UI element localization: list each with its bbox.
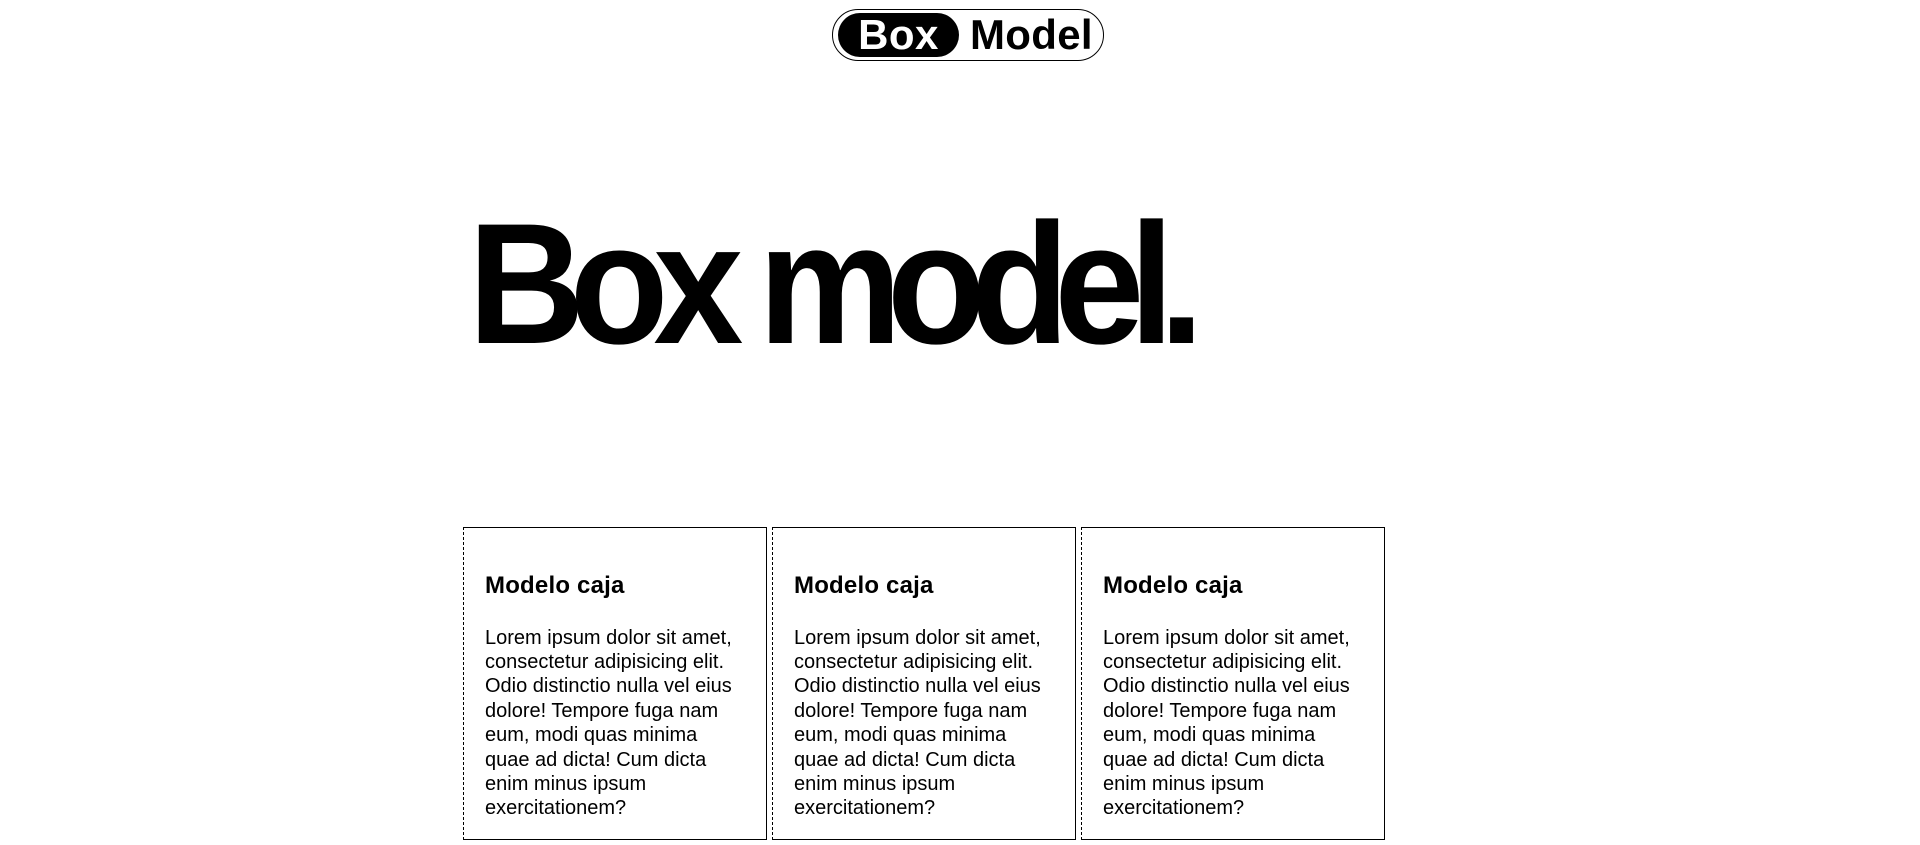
site-logo-link[interactable]: Box Model xyxy=(832,9,1104,61)
card-body: Lorem ipsum dolor sit amet, consectetur … xyxy=(1103,626,1350,820)
card-title: Modelo caja xyxy=(1103,572,1243,599)
card-body: Lorem ipsum dolor sit amet, consectetur … xyxy=(485,626,732,820)
hero-title: Box model. xyxy=(468,188,1204,380)
card: Modelo caja Lorem ipsum dolor sit amet, … xyxy=(772,527,1076,840)
card-title: Modelo caja xyxy=(794,572,934,599)
card: Modelo caja Lorem ipsum dolor sit amet, … xyxy=(463,527,767,840)
card-grid: Modelo caja Lorem ipsum dolor sit amet, … xyxy=(463,527,1385,840)
logo-model-label: Model xyxy=(970,11,1093,58)
card-title: Modelo caja xyxy=(485,572,625,599)
card: Modelo caja Lorem ipsum dolor sit amet, … xyxy=(1081,527,1385,840)
card-body: Lorem ipsum dolor sit amet, consectetur … xyxy=(794,626,1041,820)
logo-box-label: Box xyxy=(838,11,959,58)
